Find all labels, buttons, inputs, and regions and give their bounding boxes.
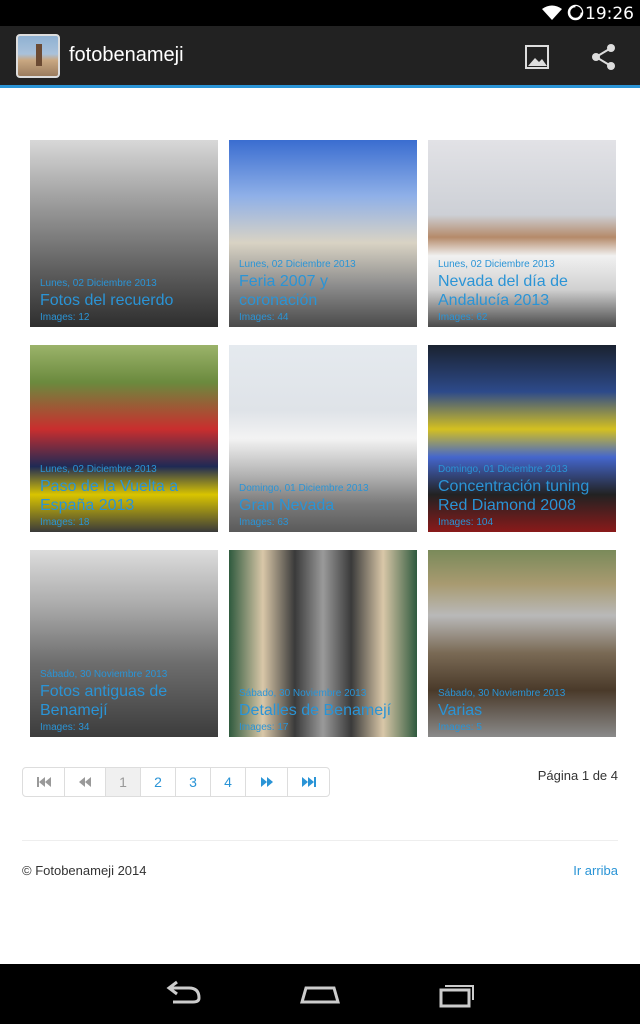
album-title[interactable]: Feria 2007 y coronación <box>239 272 407 310</box>
first-page-icon <box>36 777 51 787</box>
app-logo-icon[interactable] <box>16 34 60 78</box>
battery-icon <box>567 4 584 21</box>
album-count: Images: 44 <box>239 312 289 323</box>
page-indicator: Página 1 de 4 <box>537 768 618 783</box>
album-info: Domingo, 01 Diciembre 2013 Concentración… <box>428 464 616 532</box>
pagination: 1 2 3 4 <box>22 767 330 797</box>
clock: 19:26 <box>585 4 634 24</box>
album-title[interactable]: Nevada del día de Andalucía 2013 <box>438 272 606 310</box>
album-date: Sábado, 30 Noviembre 2013 <box>438 688 566 699</box>
album-info: Lunes, 02 Diciembre 2013 Nevada del día … <box>428 259 616 327</box>
back-to-top-link[interactable]: Ir arriba <box>573 863 618 878</box>
album-count: Images: 17 <box>239 722 289 733</box>
status-bar: 19:26 <box>0 0 640 26</box>
wifi-icon <box>542 5 562 20</box>
recent-apps-icon[interactable] <box>427 976 487 1012</box>
album-title[interactable]: Gran Nevada <box>239 496 407 515</box>
album-date: Lunes, 02 Diciembre 2013 <box>40 464 157 475</box>
album-date: Lunes, 02 Diciembre 2013 <box>40 278 157 289</box>
share-icon[interactable] <box>587 40 621 74</box>
album-title[interactable]: Concentración tuning Red Diamond 2008 <box>438 477 606 515</box>
album-card[interactable]: Sábado, 30 Noviembre 2013 Detalles de Be… <box>229 550 417 737</box>
first-page-button[interactable] <box>23 768 65 796</box>
album-title[interactable]: Varias <box>438 701 606 720</box>
home-icon[interactable] <box>290 976 350 1012</box>
action-bar: fotobenameji <box>0 26 640 88</box>
last-page-button[interactable] <box>288 768 329 796</box>
previous-page-button[interactable] <box>65 768 106 796</box>
album-card[interactable]: Sábado, 30 Noviembre 2013 Varias Images:… <box>428 550 616 737</box>
footer-divider <box>22 840 618 841</box>
album-info: Sábado, 30 Noviembre 2013 Varias Images:… <box>428 688 616 737</box>
album-count: Images: 34 <box>40 722 90 733</box>
album-card[interactable]: Sábado, 30 Noviembre 2013 Fotos antiguas… <box>30 550 218 737</box>
album-count: Images: 104 <box>438 517 494 528</box>
album-date: Lunes, 02 Diciembre 2013 <box>239 259 356 270</box>
album-info: Sábado, 30 Noviembre 2013 Detalles de Be… <box>229 688 417 737</box>
album-info: Lunes, 02 Diciembre 2013 Fotos del recue… <box>30 278 218 327</box>
album-title[interactable]: Fotos del recuerdo <box>40 291 208 310</box>
album-info: Lunes, 02 Diciembre 2013 Feria 2007 y co… <box>229 259 417 327</box>
album-date: Domingo, 01 Diciembre 2013 <box>438 464 568 475</box>
page-button-1[interactable]: 1 <box>106 768 141 796</box>
album-title[interactable]: Paso de la Vuelta a España 2013 <box>40 477 208 515</box>
album-count: Images: 5 <box>438 722 482 733</box>
album-title[interactable]: Detalles de Benamejí <box>239 701 407 720</box>
album-card[interactable]: Lunes, 02 Diciembre 2013 Fotos del recue… <box>30 140 218 327</box>
next-page-icon <box>260 777 273 787</box>
previous-page-icon <box>79 777 91 787</box>
copyright-text: © Fotobenameji 2014 <box>22 863 147 878</box>
album-date: Lunes, 02 Diciembre 2013 <box>438 259 555 270</box>
album-info: Domingo, 01 Diciembre 2013 Gran Nevada I… <box>229 483 417 532</box>
album-count: Images: 62 <box>438 312 488 323</box>
album-info: Lunes, 02 Diciembre 2013 Paso de la Vuel… <box>30 464 218 532</box>
last-page-icon <box>301 777 316 787</box>
album-count: Images: 18 <box>40 517 90 528</box>
album-count: Images: 63 <box>239 517 289 528</box>
album-date: Sábado, 30 Noviembre 2013 <box>239 688 367 699</box>
album-card[interactable]: Lunes, 02 Diciembre 2013 Paso de la Vuel… <box>30 345 218 532</box>
page-button-2[interactable]: 2 <box>141 768 176 796</box>
back-icon[interactable] <box>153 976 213 1012</box>
album-count: Images: 12 <box>40 312 90 323</box>
album-date: Sábado, 30 Noviembre 2013 <box>40 669 168 680</box>
next-page-button[interactable] <box>246 768 288 796</box>
album-date: Domingo, 01 Diciembre 2013 <box>239 483 369 494</box>
album-info: Sábado, 30 Noviembre 2013 Fotos antiguas… <box>30 669 218 737</box>
page-button-3[interactable]: 3 <box>176 768 211 796</box>
album-card[interactable]: Domingo, 01 Diciembre 2013 Gran Nevada I… <box>229 345 417 532</box>
system-nav-bar <box>0 964 640 1024</box>
album-card[interactable]: Lunes, 02 Diciembre 2013 Feria 2007 y co… <box>229 140 417 327</box>
app-title: fotobenameji <box>69 44 184 66</box>
page-button-4[interactable]: 4 <box>211 768 246 796</box>
album-title[interactable]: Fotos antiguas de Benamejí <box>40 682 208 720</box>
album-card[interactable]: Lunes, 02 Diciembre 2013 Nevada del día … <box>428 140 616 327</box>
album-card[interactable]: Domingo, 01 Diciembre 2013 Concentración… <box>428 345 616 532</box>
image-icon[interactable] <box>520 40 554 74</box>
